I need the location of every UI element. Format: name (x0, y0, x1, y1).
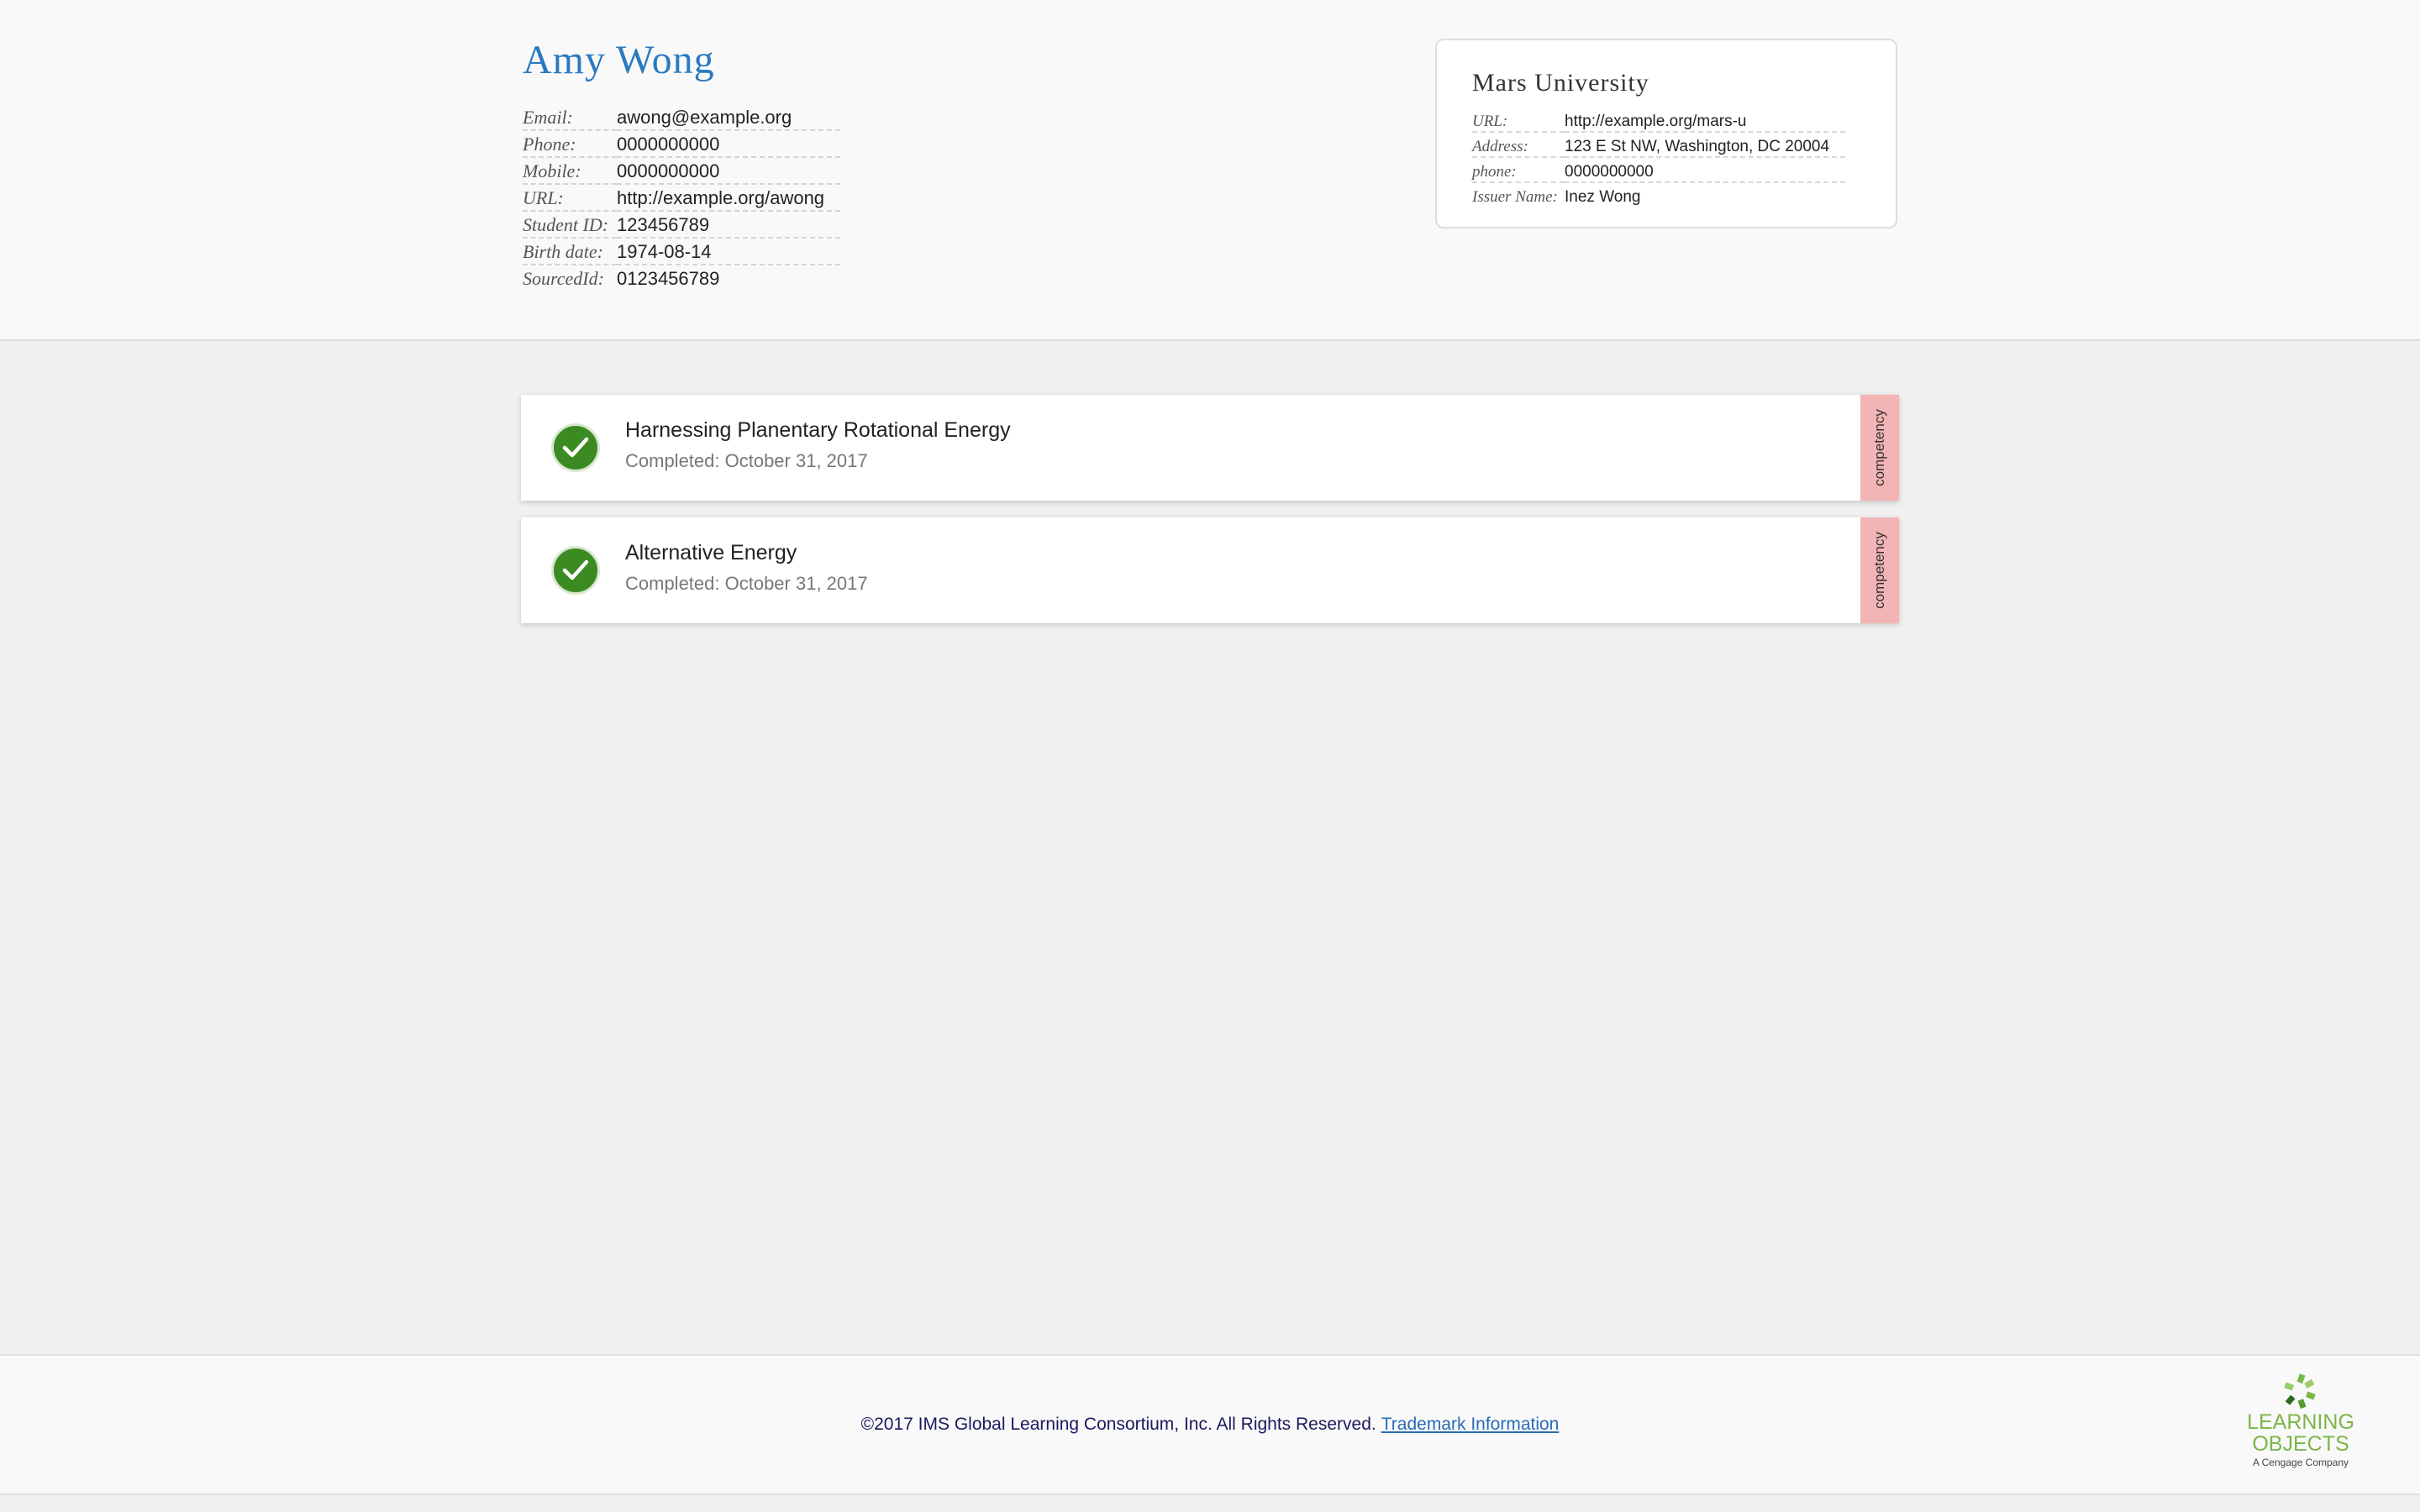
field-label: Mobile: (523, 160, 617, 185)
check-circle-icon (551, 546, 600, 595)
field-value: Inez Wong (1565, 188, 1641, 206)
student-fields: Email: awong@example.org Phone: 00000000… (523, 107, 840, 295)
achievement-list: Harnessing Planentary Rotational Energy … (521, 395, 1899, 640)
student-field-email: Email: awong@example.org (523, 107, 840, 134)
logo-text-line1: LEARNING (2247, 1410, 2354, 1434)
trademark-link[interactable]: Trademark Information (1381, 1415, 1560, 1434)
field-value: http://example.org/awong (617, 187, 840, 212)
field-value: awong@example.org (617, 107, 840, 131)
student-field-sourced-id: SourcedId: 0123456789 (523, 268, 840, 295)
issuer-field-address: Address: 123 E St NW, Washington, DC 200… (1472, 138, 1845, 163)
field-label: URL: (1472, 113, 1565, 133)
student-name: Amy Wong (523, 38, 715, 82)
issuer-field-issuer-name: Issuer Name: Inez Wong (1472, 188, 1845, 213)
logo-text-line2: OBJECTS (2252, 1432, 2349, 1456)
field-label: SourcedId: (523, 268, 604, 289)
issuer-name: Mars University (1472, 69, 1649, 97)
field-label: Phone: (523, 134, 617, 158)
transcript-header: Amy Wong Email: awong@example.org Phone:… (0, 0, 2420, 341)
learning-objects-logo: LEARNING OBJECTS A Cengage Company (2242, 1373, 2360, 1490)
achievement-title: Harnessing Planentary Rotational Energy (625, 418, 1011, 442)
achievement-type-tab: competency (1860, 517, 1899, 623)
check-circle-icon (551, 423, 600, 472)
achievement-card[interactable]: Harnessing Planentary Rotational Energy … (521, 395, 1899, 501)
achievement-type-label: competency (1871, 409, 1887, 486)
issuer-fields: URL: http://example.org/mars-u Address: … (1472, 113, 1845, 213)
footer-text: ©2017 IMS Global Learning Consortium, In… (0, 1415, 2420, 1435)
achievement-completed-date: Completed: October 31, 2017 (625, 450, 868, 471)
checkmark-icon (562, 559, 589, 580)
field-value: http://example.org/mars-u (1565, 113, 1845, 133)
student-info: Amy Wong Email: awong@example.org Phone:… (523, 37, 840, 295)
field-value: 123456789 (617, 214, 840, 239)
achievement-title: Alternative Energy (625, 541, 797, 564)
achievement-type-label: competency (1871, 532, 1887, 609)
student-field-student-id: Student ID: 123456789 (523, 214, 840, 241)
field-value: 0123456789 (617, 268, 720, 289)
issuer-field-url: URL: http://example.org/mars-u (1472, 113, 1845, 138)
checkmark-icon (562, 437, 589, 458)
field-label: Birth date: (523, 241, 617, 265)
field-label: Email: (523, 107, 617, 131)
achievement-card[interactable]: Alternative Energy Completed: October 31… (521, 517, 1899, 623)
page-footer: ©2017 IMS Global Learning Consortium, In… (0, 1354, 2420, 1495)
logo-mark-icon (2284, 1373, 2316, 1410)
field-label: phone: (1472, 163, 1565, 183)
field-label: Student ID: (523, 214, 617, 239)
student-field-url: URL: http://example.org/awong (523, 187, 840, 214)
field-value: 1974-08-14 (617, 241, 840, 265)
field-value: 0000000000 (1565, 163, 1845, 183)
field-value: 0000000000 (617, 134, 840, 158)
logo-subtitle: A Cengage Company (2252, 1457, 2349, 1468)
copyright-text: ©2017 IMS Global Learning Consortium, In… (860, 1415, 1376, 1434)
student-field-mobile: Mobile: 0000000000 (523, 160, 840, 187)
achievement-type-tab: competency (1860, 395, 1899, 501)
field-label: URL: (523, 187, 617, 212)
issuer-card: Mars University URL: http://example.org/… (1435, 39, 1897, 228)
field-value: 123 E St NW, Washington, DC 20004 (1565, 138, 1845, 158)
field-label: Address: (1472, 138, 1565, 158)
student-field-birth-date: Birth date: 1974-08-14 (523, 241, 840, 268)
field-value: 0000000000 (617, 160, 840, 185)
student-field-phone: Phone: 0000000000 (523, 134, 840, 160)
achievement-completed-date: Completed: October 31, 2017 (625, 573, 868, 594)
issuer-field-phone: phone: 0000000000 (1472, 163, 1845, 188)
field-label: Issuer Name: (1472, 188, 1558, 206)
